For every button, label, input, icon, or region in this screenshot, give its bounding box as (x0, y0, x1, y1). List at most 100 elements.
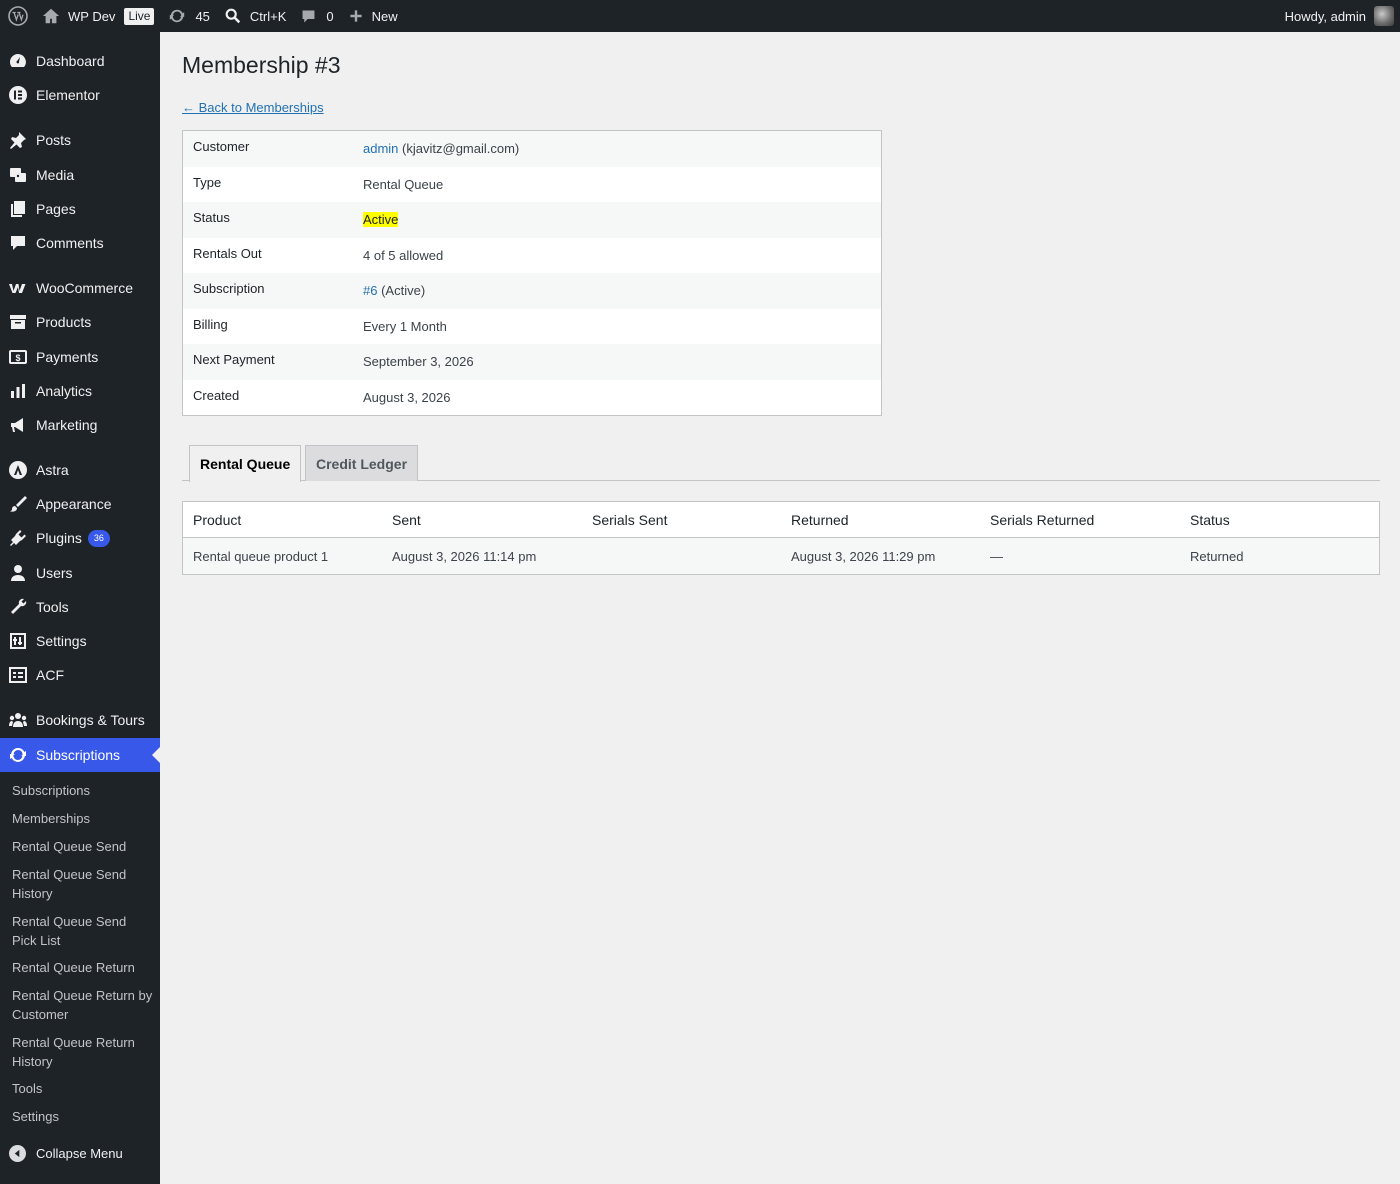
detail-row-type: Type Rental Queue (183, 167, 881, 203)
submenu-item-rental-queue-send-history[interactable]: Rental Queue Send History (12, 866, 154, 903)
bar-chart-icon (0, 381, 36, 401)
sidebar-item-label: Pages (36, 201, 76, 217)
command-palette-button[interactable]: Ctrl+K (217, 0, 293, 32)
sidebar-item-acf[interactable]: ACF (0, 658, 160, 692)
detail-label: Rentals Out (193, 245, 262, 261)
sidebar-item-marketing[interactable]: Marketing (0, 408, 160, 442)
detail-label: Next Payment (193, 352, 275, 368)
sidebar-item-plugins[interactable]: Plugins 36 (0, 521, 160, 555)
sidebar-item-label: Analytics (36, 383, 93, 399)
sidebar-item-label: Plugins (36, 530, 82, 546)
detail-row-rentals-out: Rentals Out 4 of 5 allowed (183, 238, 881, 274)
megaphone-icon (0, 415, 36, 435)
pushpin-icon (0, 130, 36, 150)
submenu-item-rental-queue-return[interactable]: Rental Queue Return (12, 959, 154, 978)
column-header-sent: Sent (392, 511, 421, 528)
sidebar-item-tools[interactable]: Tools (0, 590, 160, 624)
acf-icon (0, 665, 36, 685)
submenu-item-rental-queue-return-by-customer[interactable]: Rental Queue Return by Customer (12, 987, 154, 1024)
detail-value: #6 (Active) (363, 283, 425, 298)
sidebar-item-settings[interactable]: Settings (0, 624, 160, 658)
sidebar-item-analytics[interactable]: Analytics (0, 374, 160, 408)
sidebar-item-label: Marketing (36, 417, 98, 433)
sidebar-item-label: Media (36, 167, 75, 183)
wordpress-logo-icon[interactable] (0, 0, 35, 32)
submenu-item-rental-queue-send-pick-list[interactable]: Rental Queue Send Pick List (12, 913, 154, 950)
sliders-icon (0, 631, 36, 651)
sidebar-item-label: Astra (36, 462, 69, 478)
submenu-item-memberships[interactable]: Memberships (12, 810, 154, 829)
detail-row-billing: Billing Every 1 Month (183, 309, 881, 345)
cell-returned: August 3, 2026 11:29 pm (791, 548, 936, 564)
updates-count: 45 (195, 8, 210, 24)
detail-value: Rental Queue (363, 176, 444, 192)
detail-label: Billing (193, 316, 228, 332)
sidebar-item-label: Settings (36, 633, 87, 649)
sidebar-item-users[interactable]: Users (0, 556, 160, 590)
astra-icon (0, 460, 36, 480)
wrench-icon (0, 597, 36, 617)
dashboard-icon (0, 51, 36, 71)
howdy-text: Howdy, admin (1284, 8, 1366, 24)
detail-label: Created (193, 387, 240, 403)
detail-row-next-payment: Next Payment September 3, 2026 (183, 344, 881, 380)
sidebar-item-astra[interactable]: Astra (0, 453, 160, 487)
cell-product: Rental queue product 1 (193, 548, 329, 564)
new-content-menu[interactable]: New (341, 0, 405, 32)
collapse-menu-button[interactable]: Collapse Menu (0, 1136, 160, 1170)
detail-label: Status (193, 210, 230, 226)
sidebar-item-payments[interactable]: $ Payments (0, 340, 160, 374)
plugins-update-badge: 36 (87, 529, 110, 547)
my-account-menu[interactable]: Howdy, admin (1278, 0, 1400, 32)
sidebar-item-media[interactable]: Media (0, 158, 160, 192)
sidebar-item-subscriptions[interactable]: Subscriptions (0, 738, 160, 772)
sidebar-item-dashboard[interactable]: Dashboard (0, 44, 160, 78)
customer-link[interactable]: admin (363, 141, 398, 156)
submenu-item-rental-queue-return-history[interactable]: Rental Queue Return History (12, 1034, 154, 1071)
pages-icon (0, 199, 36, 219)
new-label: New (371, 8, 398, 24)
elementor-icon (0, 85, 36, 105)
collapse-arrow-icon (9, 1144, 26, 1162)
sidebar-item-bookings-tours[interactable]: Bookings & Tours (0, 703, 160, 737)
submenu-item-subscriptions[interactable]: Subscriptions (12, 782, 154, 801)
detail-row-created: Created August 3, 2026 (183, 380, 881, 416)
detail-value: Every 1 Month (363, 318, 447, 334)
detail-value: September 3, 2026 (363, 354, 474, 370)
sidebar-item-products[interactable]: Products (0, 305, 160, 339)
sidebar-item-pages[interactable]: Pages (0, 192, 160, 226)
comments-menu[interactable]: 0 (293, 0, 340, 32)
page-title: Membership #3 (182, 52, 341, 78)
sidebar-item-elementor[interactable]: Elementor (0, 78, 160, 112)
tab-rental-queue[interactable]: Rental Queue (189, 445, 302, 482)
submenu-item-tools[interactable]: Tools (12, 1080, 154, 1099)
media-icon (0, 165, 36, 185)
tab-credit-ledger[interactable]: Credit Ledger (305, 445, 419, 481)
sidebar-item-label: Bookings & Tours (36, 712, 145, 728)
submenu-item-rental-queue-send[interactable]: Rental Queue Send (12, 838, 154, 857)
updates-menu[interactable]: 45 (161, 0, 216, 32)
subscription-link[interactable]: #6 (363, 283, 377, 298)
admin-sidebar: Dashboard Elementor Posts Media Pages Co… (0, 32, 160, 1184)
user-icon (0, 563, 36, 583)
column-header-status: Status (1190, 511, 1230, 528)
detail-label: Type (193, 174, 222, 190)
sidebar-item-comments[interactable]: Comments (0, 226, 160, 260)
back-to-memberships-link[interactable]: ← Back to Memberships (182, 100, 324, 115)
submenu-item-settings[interactable]: Settings (12, 1108, 154, 1127)
sidebar-item-label: ACF (36, 667, 64, 683)
column-header-product: Product (193, 511, 242, 528)
rental-queue-table: Product Sent Serials Sent Returned Seria… (182, 501, 1380, 575)
tab-bar: Rental Queue Credit Ledger (182, 444, 1380, 482)
detail-row-customer: Customer admin (kjavitz@gmail.com) (183, 131, 881, 167)
search-icon (225, 8, 241, 24)
site-name-menu[interactable]: WP Dev Live (35, 0, 161, 32)
comment-icon (302, 10, 315, 22)
sidebar-item-appearance[interactable]: Appearance (0, 487, 160, 521)
sidebar-item-woocommerce[interactable]: WooCommerce (0, 271, 160, 305)
customer-email: (kjavitz@gmail.com) (402, 141, 520, 157)
sidebar-item-posts[interactable]: Posts (0, 123, 160, 157)
detail-label: Subscription (193, 281, 265, 297)
updates-icon (170, 9, 185, 23)
sidebar-item-label: Payments (36, 349, 99, 365)
